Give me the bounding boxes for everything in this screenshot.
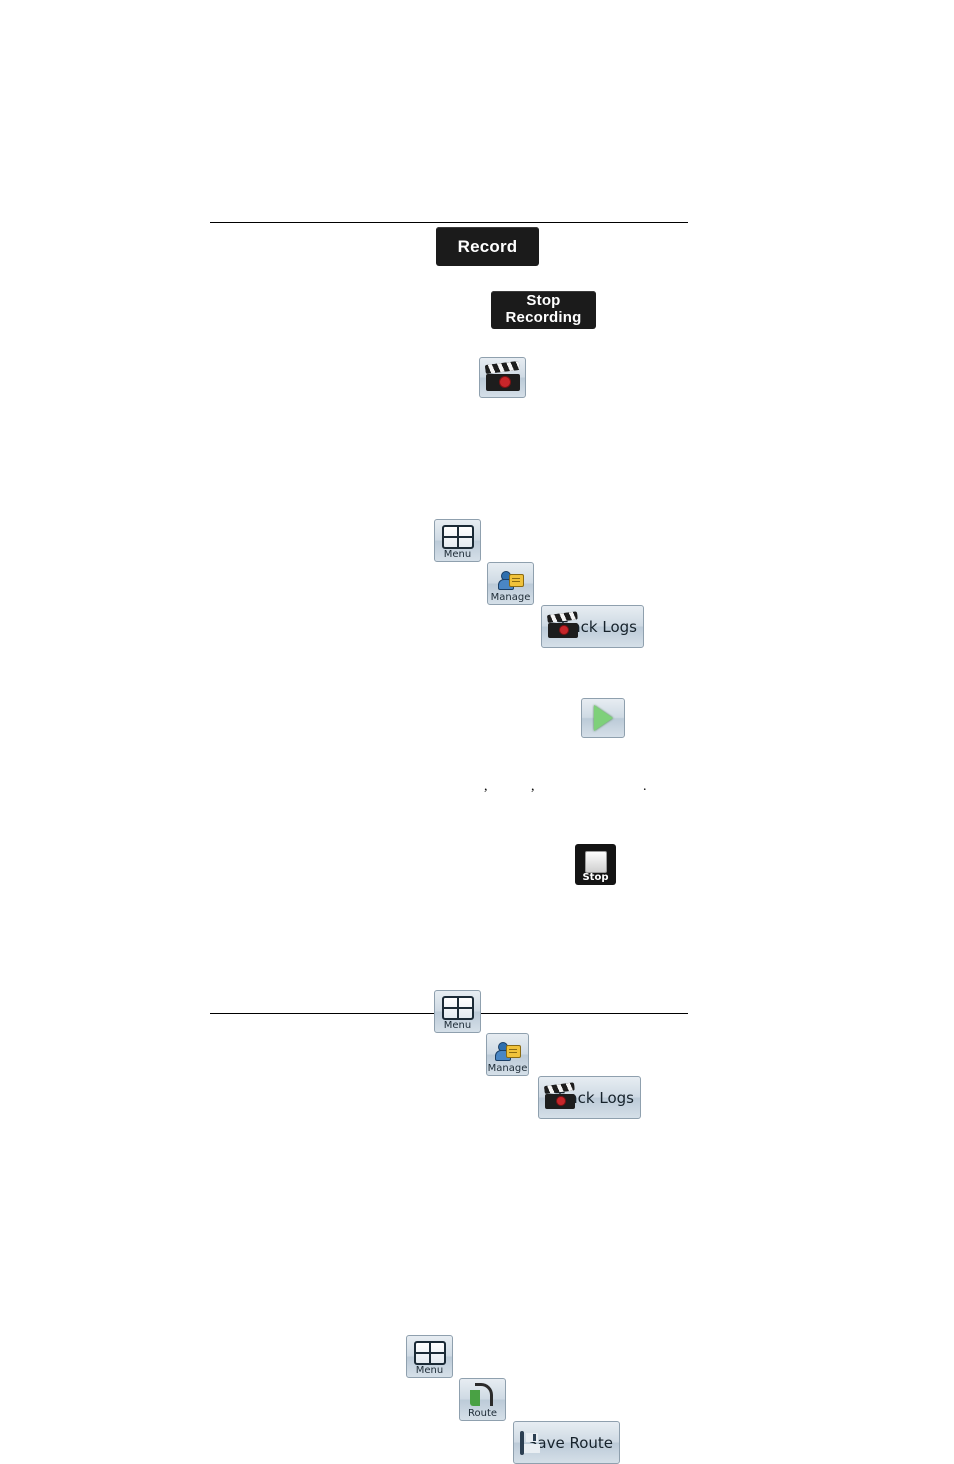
stop-square-icon <box>584 851 607 873</box>
menu-button-3-label: Menu <box>415 1365 444 1376</box>
play-button[interactable] <box>581 698 625 738</box>
menu-button-2-label: Menu <box>443 1020 472 1031</box>
track-log-icon-button[interactable] <box>479 357 526 398</box>
record-button-label: Record <box>457 236 518 256</box>
manage-button-2[interactable]: Manage <box>486 1033 529 1076</box>
stop-recording-label-line2: Recording <box>505 309 582 326</box>
stop-button-label: Stop <box>582 872 609 883</box>
menu-button-2[interactable]: Menu <box>434 990 481 1033</box>
menu-button-3[interactable]: Menu <box>406 1335 453 1378</box>
manage-person-card-icon <box>497 570 524 590</box>
manage-button-2-label: Manage <box>487 1063 528 1074</box>
manage-button-label: Manage <box>490 592 531 603</box>
floppy-save-icon <box>520 1430 540 1455</box>
stop-recording-button[interactable]: Stop Recording <box>491 291 596 329</box>
track-logs-button[interactable]: Track Logs <box>541 605 644 648</box>
menu-grid-icon <box>441 995 474 1020</box>
route-button-label: Route <box>467 1408 498 1419</box>
period-separator-1: . <box>643 779 647 794</box>
manage-person-card-icon <box>494 1041 521 1061</box>
manage-button[interactable]: Manage <box>487 562 534 605</box>
track-logs-clapperboard-icon <box>544 1082 575 1109</box>
document-page: Record Stop Recording Menu Manage Track … <box>0 0 954 1464</box>
menu-button[interactable]: Menu <box>434 519 481 562</box>
comma-separator-2: , <box>531 779 535 794</box>
track-logs-button-2[interactable]: Track Logs <box>538 1076 641 1119</box>
menu-grid-icon <box>441 524 474 549</box>
record-button[interactable]: Record <box>436 227 539 266</box>
track-logs-clapperboard-icon <box>547 611 578 638</box>
route-button[interactable]: Route <box>459 1378 506 1421</box>
horizontal-rule-top <box>210 222 688 223</box>
menu-grid-icon <box>413 1340 446 1365</box>
track-log-clapperboard-icon <box>484 360 520 391</box>
comma-separator-1: , <box>484 779 488 794</box>
save-route-button[interactable]: Save Route <box>513 1421 620 1464</box>
stop-button[interactable]: Stop <box>575 844 616 885</box>
play-icon <box>593 705 613 731</box>
route-road-icon <box>469 1382 496 1406</box>
stop-recording-label-line1: Stop <box>526 292 561 310</box>
save-route-button-label: Save Route <box>527 1433 613 1452</box>
menu-button-label: Menu <box>443 549 472 560</box>
